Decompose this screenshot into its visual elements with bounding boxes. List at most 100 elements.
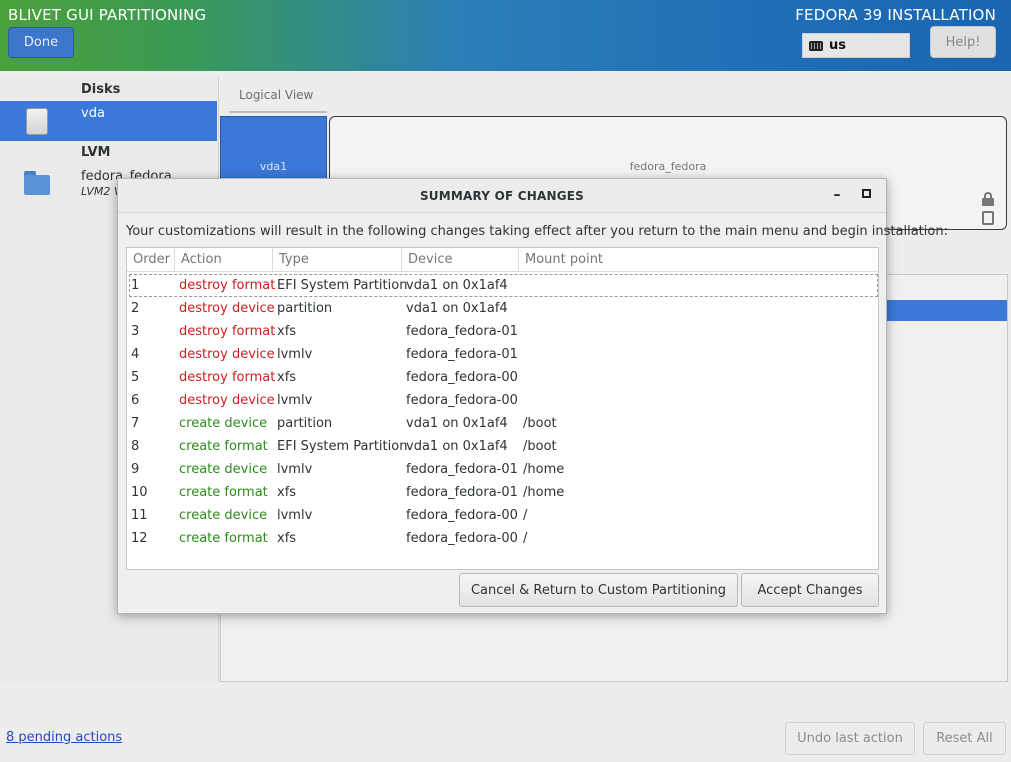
installer-title: FEDORA 39 INSTALLATION [795,6,996,24]
cell-type: xfs [277,531,297,546]
minimize-icon[interactable]: – [830,187,844,203]
table-row[interactable]: 10 create format xfs fedora_fedora-01/home [127,481,878,504]
header-bar: BLIVET GUI PARTITIONING FEDORA 39 INSTAL… [0,0,1011,71]
cell-action: destroy format [179,324,276,339]
cell-device: fedora_fedora-00 [406,531,518,546]
cell-order: 1 [131,278,140,293]
cell-action: create format [179,439,268,454]
accept-changes-button[interactable]: Accept Changes [741,573,879,607]
cell-device: vda1 on 0x1af4 [406,439,508,454]
disks-group-title: Disks [81,82,121,97]
column-header-type[interactable]: Type [273,248,402,272]
cell-action: destroy device [179,393,275,408]
cell-device: vda1 on 0x1af4 [406,301,508,316]
cell-order: 12 [131,531,148,546]
cell-action: create device [179,416,268,431]
lock-icon [982,192,994,206]
column-header-order[interactable]: Order [127,248,175,272]
cell-device: fedora_fedora-00 [406,370,518,385]
cell-action: create device [179,508,268,523]
maximize-icon[interactable] [862,189,871,198]
selected-row-highlight[interactable] [886,300,1007,321]
cell-type: xfs [277,324,297,339]
table-row[interactable]: 5 destroy format xfs fedora_fedora-00 [127,366,878,389]
cell-order: 6 [131,393,140,408]
cell-device: vda1 on 0x1af4 [406,278,508,293]
folder-icon [24,171,50,195]
cell-type: lvmlv [277,347,313,362]
cell-order: 2 [131,301,140,316]
partition-block-fedora-label: fedora_fedora [629,160,707,173]
sidebar-item-vda[interactable]: vda [0,101,217,141]
cell-order: 3 [131,324,140,339]
lvm-type-label: LVM2 V [81,185,122,198]
table-row[interactable]: 12 create format xfs fedora_fedora-00 / [127,527,878,550]
lvm-group-title: LVM [81,145,111,160]
cell-mount-point: / [523,508,528,523]
cell-device: fedora_fedora-00 [406,508,518,523]
table-header: Order Action Type Device Mount point [127,248,878,272]
cell-device: vda1 on 0x1af4 [406,416,508,431]
cell-device: fedora_fedora-01 [406,347,518,362]
copy-icon [982,211,994,225]
cell-device: fedora_fedora-00 [406,393,518,408]
cell-action: destroy device [179,301,275,316]
table-row[interactable]: 3 destroy format xfs fedora_fedora-01 [127,320,878,343]
cell-mount-point: / [523,531,528,546]
tab-underline [229,111,327,113]
table-row[interactable]: 1 destroy format EFI System Partition vda1 … [129,274,878,297]
app-title: BLIVET GUI PARTITIONING [8,6,207,24]
cell-action: destroy format [179,278,276,293]
cell-device: fedora_fedora-01 [406,485,518,500]
cell-action: create format [179,531,268,546]
keyboard-icon [809,40,823,51]
undo-last-action-button[interactable]: Undo last action [785,722,915,755]
harddisk-icon [26,108,48,135]
cell-type: xfs [277,370,297,385]
column-header-device[interactable]: Device [402,248,519,272]
table-row[interactable]: 8 create format EFI System Partition vda1 o… [127,435,878,458]
column-header-action[interactable]: Action [175,248,273,272]
cell-type: EFI System Partition [277,278,408,293]
summary-dialog: SUMMARY OF CHANGES – Your customizations… [117,178,948,614]
cell-action: create device [179,462,268,477]
column-header-mount-point[interactable]: Mount point [519,248,878,272]
reset-all-button[interactable]: Reset All [923,722,1006,755]
disk-name: vda [81,106,105,121]
cell-type: lvmlv [277,393,313,408]
cell-order: 11 [131,508,148,523]
cell-type: EFI System Partition [277,439,408,454]
keyboard-layout-indicator[interactable]: us [802,33,910,58]
table-row[interactable]: 9 create device lvmlv fedora_fedora-01/home [127,458,878,481]
tab-logical-view[interactable]: Logical View [239,88,313,102]
cell-mount-point: /home [523,485,565,500]
cell-mount-point: /boot [523,439,557,454]
cell-order: 9 [131,462,140,477]
table-row[interactable]: 7 create device partition vda1 on 0x1af4/bo… [127,412,878,435]
partition-block-vda1-label: vda1 [259,160,288,173]
cell-order: 5 [131,370,140,385]
cell-device: fedora_fedora-01 [406,462,518,477]
cell-order: 4 [131,347,140,362]
table-row[interactable]: 6 destroy device lvmlv fedora_fedora-00 [127,389,878,412]
table-row[interactable]: 4 destroy device lvmlv fedora_fedora-01 [127,343,878,366]
cell-device: fedora_fedora-01 [406,324,518,339]
help-button[interactable]: Help! [930,26,996,58]
cell-action: create format [179,485,268,500]
cell-type: xfs [277,485,297,500]
cell-action: destroy format [179,370,276,385]
table-row[interactable]: 11 create device lvmlv fedora_fedora-00 / [127,504,878,527]
cell-action: destroy device [179,347,275,362]
cell-mount-point: /boot [523,416,557,431]
dialog-description: Your customizations will result in the f… [126,224,948,239]
table-row[interactable]: 2 destroy device partition vda1 on 0x1af4 [127,297,878,320]
cancel-return-button[interactable]: Cancel & Return to Custom Partitioning [459,573,738,607]
cell-order: 8 [131,439,140,454]
dialog-title: SUMMARY OF CHANGES [118,179,886,213]
pending-actions-link[interactable]: 8 pending actions [6,730,122,745]
cell-order: 10 [131,485,148,500]
keyboard-layout-label: us [829,38,846,53]
done-button[interactable]: Done [8,27,74,58]
cell-type: lvmlv [277,508,313,523]
cell-type: partition [277,416,333,431]
